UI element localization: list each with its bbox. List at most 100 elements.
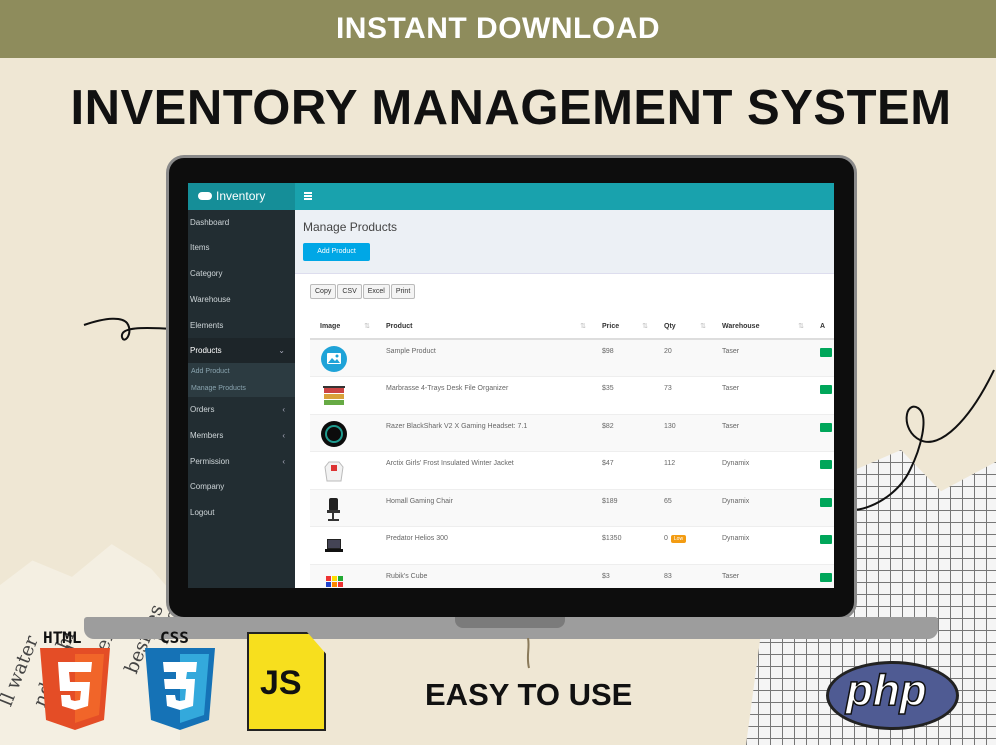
- availability-badge: [820, 385, 832, 395]
- chevron-down-icon: ⌄: [278, 346, 285, 355]
- product-qty: 0: [664, 535, 668, 543]
- left-scribble: [83, 317, 175, 341]
- right-scribble: [851, 369, 995, 511]
- table-row: Sample Product $98 20 Taser: [310, 338, 834, 377]
- cube-icon: [326, 576, 343, 588]
- sidebar-item-elements[interactable]: Elements: [188, 313, 295, 338]
- product-warehouse: Dynamix: [712, 488, 810, 527]
- sidebar-item-dashboard[interactable]: Dashboard: [188, 210, 295, 235]
- product-name: Predator Helios 300: [376, 526, 592, 565]
- print-button[interactable]: Print: [390, 284, 416, 299]
- table-row: Arctix Girls' Frost Insulated Winter Jac…: [310, 451, 834, 490]
- product-price: $1350: [592, 526, 654, 565]
- product-qty: 130: [654, 413, 712, 452]
- column-header-image[interactable]: Image ⇅: [310, 314, 376, 340]
- app-header: Inventory: [188, 183, 834, 210]
- copy-button[interactable]: Copy: [310, 284, 337, 299]
- sidebar-item-logout[interactable]: Logout: [188, 500, 295, 525]
- column-header-price[interactable]: Price ⇅: [592, 314, 654, 340]
- product-qty: 20: [654, 338, 712, 377]
- product-price: $98: [592, 338, 654, 377]
- export-toolbar: Copy CSV Excel Print: [310, 280, 416, 299]
- product-price: $82: [592, 413, 654, 452]
- file-organizer-icon: [323, 386, 345, 406]
- product-price: $47: [592, 451, 654, 490]
- headset-icon: [321, 420, 347, 447]
- css3-shield-icon: [145, 648, 215, 730]
- sidebar-item-products[interactable]: Products ⌄: [188, 338, 295, 363]
- product-qty: 83: [654, 564, 712, 588]
- availability-badge: [820, 422, 832, 432]
- product-qty: 73: [654, 376, 712, 415]
- laptop-icon: [325, 539, 343, 553]
- low-stock-badge: Low: [670, 535, 687, 544]
- table-row: Predator Helios 300 $1350 0 Low Dynamix: [310, 526, 834, 565]
- laptop-notch: [455, 617, 565, 628]
- image-placeholder-icon: [321, 346, 347, 372]
- excel-button[interactable]: Excel: [362, 284, 390, 299]
- product-qty: 112: [654, 451, 712, 490]
- sidebar-item-items[interactable]: Items: [188, 235, 295, 260]
- sidebar-item-company[interactable]: Company: [188, 474, 295, 499]
- product-warehouse: Taser: [712, 413, 810, 452]
- laptop-screen: Inventory Dashboard Items Category Wareh…: [188, 183, 834, 588]
- column-header-availability[interactable]: A: [810, 314, 834, 340]
- product-price: $3: [592, 564, 654, 588]
- css-label: CSS: [160, 628, 189, 647]
- product-name: Razer BlackShark V2 X Gaming Headset: 7.…: [376, 413, 592, 452]
- sidebar-item-orders[interactable]: Orders ‹: [188, 397, 295, 422]
- sidebar-item-permission[interactable]: Permission ‹: [188, 449, 295, 474]
- chevron-left-icon: ‹: [282, 405, 285, 414]
- app-brand: Inventory: [216, 189, 266, 203]
- availability-badge: [820, 460, 832, 470]
- product-price: $35: [592, 376, 654, 415]
- jacket-icon: [324, 461, 344, 482]
- cloud-logo-icon: [198, 191, 212, 200]
- sidebar-subitem-manage-products[interactable]: Manage Products: [188, 380, 295, 397]
- table-row: Marbrasse 4-Trays Desk File Organizer $3…: [310, 376, 834, 415]
- easy-to-use-tagline: EASY TO USE: [425, 677, 633, 712]
- app-logo[interactable]: Inventory: [188, 183, 295, 210]
- products-table: Image ⇅ Product ⇅ Price ⇅ Qty ⇅ Warehouse ⇅ A…: [310, 314, 834, 588]
- column-header-product[interactable]: Product ⇅: [376, 314, 592, 340]
- html5-shield-icon: [40, 648, 110, 730]
- sidebar-subitem-add-product[interactable]: Add Product: [188, 363, 295, 380]
- column-header-qty[interactable]: Qty ⇅: [654, 314, 712, 340]
- table-row: Rubik's Cube $3 83 Taser: [310, 564, 834, 588]
- js-label: JS: [260, 664, 302, 702]
- product-name: Arctix Girls' Frost Insulated Winter Jac…: [376, 451, 592, 490]
- main-content: Manage Products Add Product Copy CSV Excel…: [295, 210, 834, 588]
- product-name: Sample Product: [376, 338, 592, 377]
- add-product-button[interactable]: Add Product: [303, 243, 370, 261]
- availability-badge: [820, 497, 832, 507]
- product-warehouse: Taser: [712, 564, 810, 588]
- chevron-left-icon: ‹: [282, 457, 285, 466]
- instant-download-banner: INSTANT DOWNLOAD: [0, 0, 996, 58]
- column-header-warehouse[interactable]: Warehouse ⇅: [712, 314, 810, 340]
- cable-line: [526, 638, 530, 669]
- product-warehouse: Dynamix: [712, 526, 810, 565]
- product-warehouse: Taser: [712, 338, 810, 377]
- product-qty: 65: [654, 488, 712, 527]
- php-label: php: [845, 665, 927, 716]
- chair-icon: [327, 497, 340, 521]
- product-name: Marbrasse 4-Trays Desk File Organizer: [376, 376, 592, 415]
- availability-badge: [820, 573, 832, 583]
- table-row: Razer BlackShark V2 X Gaming Headset: 7.…: [310, 413, 834, 452]
- csv-button[interactable]: CSV: [337, 284, 362, 299]
- product-name: Rubik's Cube: [376, 564, 592, 588]
- product-warehouse: Taser: [712, 376, 810, 415]
- availability-badge: [820, 348, 832, 357]
- product-price: $189: [592, 488, 654, 527]
- sidebar: Dashboard Items Category Warehouse Eleme…: [188, 210, 295, 588]
- table-row: Homall Gaming Chair $189 65 Dynamix: [310, 488, 834, 527]
- sidebar-item-members[interactable]: Members ‹: [188, 423, 295, 448]
- table-header-row: Image ⇅ Product ⇅ Price ⇅ Qty ⇅ Warehouse ⇅ A: [310, 314, 834, 340]
- page-title: Manage Products: [303, 220, 398, 234]
- headline: INVENTORY MANAGEMENT SYSTEM: [70, 81, 952, 135]
- html-label: HTML: [43, 628, 82, 647]
- sidebar-item-category[interactable]: Category: [188, 261, 295, 286]
- sidebar-item-warehouse[interactable]: Warehouse: [188, 287, 295, 312]
- product-warehouse: Dynamix: [712, 451, 810, 490]
- hamburger-menu-icon[interactable]: [304, 192, 312, 200]
